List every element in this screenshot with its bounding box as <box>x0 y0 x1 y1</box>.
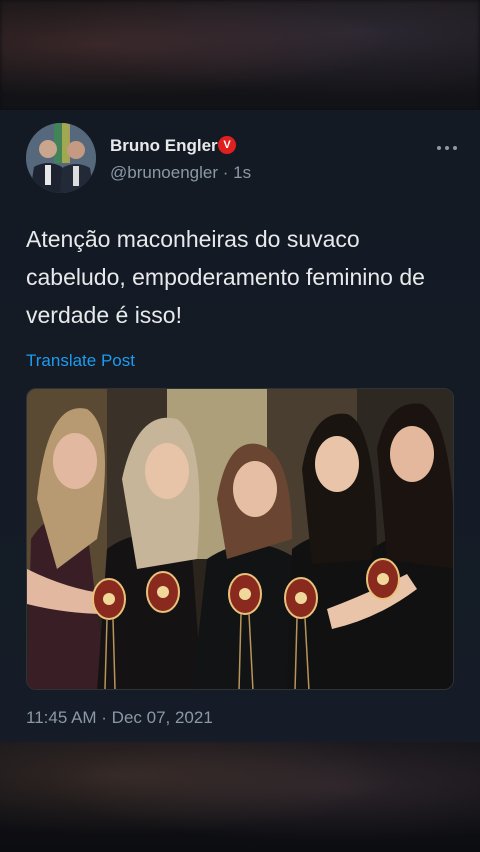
blurred-background-bottom <box>0 742 480 852</box>
more-horizontal-icon[interactable] <box>434 138 460 158</box>
avatar[interactable] <box>26 123 96 193</box>
author-handle[interactable]: @brunoengler <box>110 163 218 182</box>
tweet-photo[interactable] <box>26 388 454 690</box>
verified-badge-icon: V <box>218 136 236 154</box>
blurred-background-top <box>0 0 480 110</box>
meta-separator: · <box>222 163 229 182</box>
tweet-text: Atenção maconheiras do suvaco cabeludo, … <box>26 226 425 328</box>
translate-post-link[interactable]: Translate Post <box>26 351 135 371</box>
author-name[interactable]: Bruno Engler <box>110 136 218 156</box>
tweet-card: Bruno Engler V @brunoengler · 1s Atenção… <box>0 110 480 742</box>
post-age[interactable]: 1s <box>233 163 251 182</box>
author-meta: @brunoengler · 1s <box>110 163 251 183</box>
post-timestamp[interactable]: 11:45 AM · Dec 07, 2021 <box>26 708 213 728</box>
